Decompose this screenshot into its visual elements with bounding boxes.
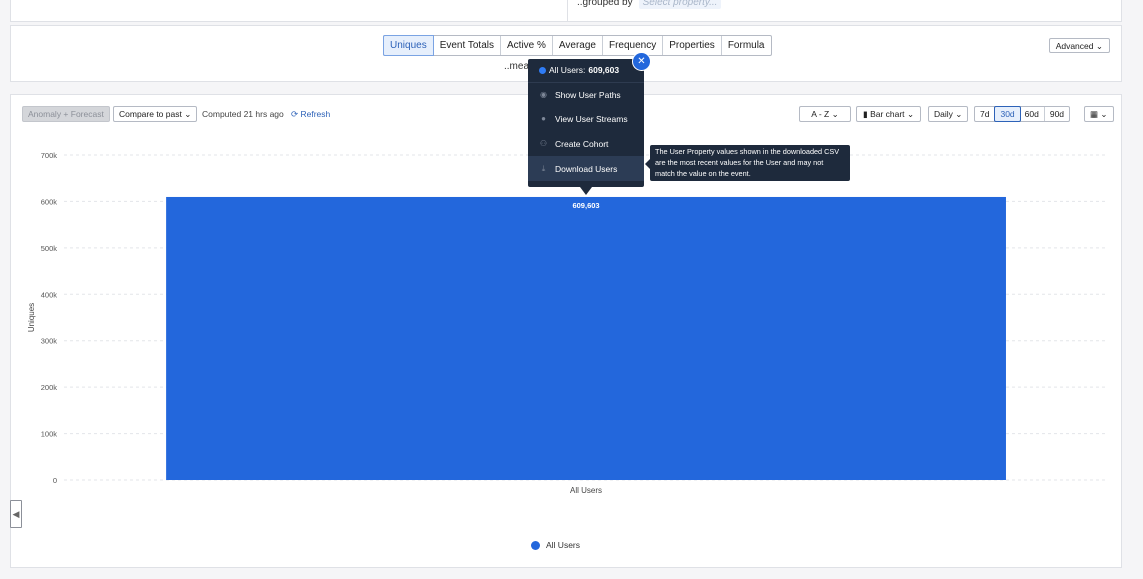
download-users-item[interactable]: ⤓ Download Users [528, 156, 644, 181]
y-tick-label: 500k [41, 244, 58, 253]
y-tick-label: 300k [41, 337, 58, 346]
collapse-panel-button[interactable]: ◀ [10, 500, 22, 528]
y-tick-label: 0 [53, 476, 57, 485]
show-user-paths-item[interactable]: ◉ Show User Paths [528, 82, 644, 107]
x-tick-label: All Users [570, 486, 602, 495]
close-icon[interactable]: ✕ [632, 52, 651, 71]
users-icon: ⚇ [539, 139, 548, 148]
view-user-streams-label: View User Streams [555, 113, 628, 124]
view-user-streams-item[interactable]: ● View User Streams [528, 106, 644, 131]
bar[interactable] [166, 196, 1006, 480]
create-cohort-item[interactable]: ⚇ Create Cohort [528, 131, 644, 156]
legend-swatch [531, 540, 540, 550]
bar-data-label: 609,603 [572, 201, 599, 210]
create-cohort-label: Create Cohort [555, 138, 609, 149]
popup-series-value: 609,603 [588, 65, 620, 75]
series-context-menu: All Users: 609,603 ◉ Show User Paths ● V… [528, 52, 651, 195]
chevron-left-icon: ◀ [12, 508, 20, 519]
chart-legend: All Users [531, 540, 580, 550]
y-axis-label: Uniques [27, 303, 36, 332]
eye-icon: ◉ [540, 90, 547, 99]
popup-header: All Users: 609,603 [539, 65, 619, 75]
tooltip-text: The User Property values shown in the do… [655, 147, 840, 178]
y-tick-label: 200k [41, 383, 58, 392]
download-users-tooltip: The User Property values shown in the do… [645, 145, 850, 181]
download-users-label: Download Users [555, 163, 618, 174]
series-dot [539, 66, 546, 74]
download-icon: ⤓ [541, 163, 546, 173]
show-user-paths-label: Show User Paths [555, 89, 621, 100]
user-icon: ● [541, 114, 546, 123]
y-tick-label: 600k [41, 197, 58, 206]
y-tick-label: 700k [41, 151, 58, 160]
y-tick-label: 400k [41, 290, 58, 299]
popup-pointer [580, 187, 592, 195]
popup-series-name: All Users: [549, 65, 586, 75]
legend-label[interactable]: All Users [546, 540, 580, 550]
tooltip-pointer [645, 159, 650, 169]
y-tick-label: 100k [41, 430, 58, 439]
